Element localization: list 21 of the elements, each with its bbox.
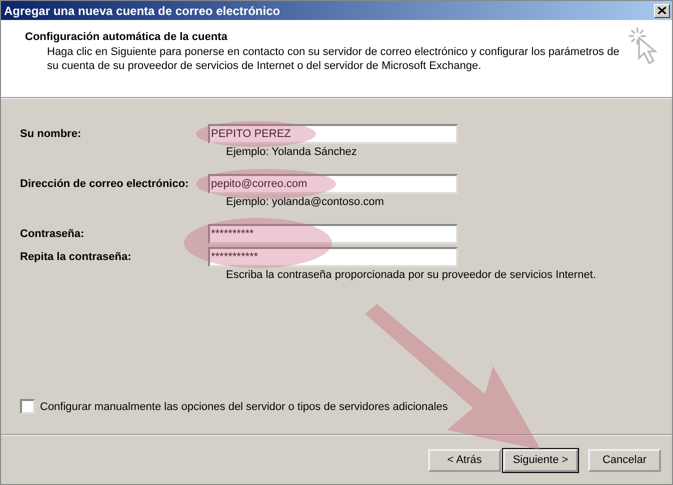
input-field[interactable]: ***********	[208, 247, 458, 267]
close-button[interactable]	[654, 4, 670, 18]
input-field[interactable]: **********	[208, 224, 458, 244]
header-title: Configuración automática de la cuenta	[25, 31, 228, 43]
window-title: Agregar una nueva cuenta de correo electrónico	[4, 4, 282, 18]
dialog-button[interactable]: Cancelar	[588, 448, 661, 472]
input-field[interactable]: pepito@correo.com	[208, 174, 458, 194]
dialog-button[interactable]: Siguiente >	[503, 448, 578, 472]
checkbox-label: Configurar manualmente las opciones del servidor o tipos de servidores adicionales	[40, 400, 448, 412]
field-label: Dirección de correo electrónico:	[20, 177, 190, 192]
hint-text: Ejemplo: yolanda@contoso.com	[225, 196, 385, 208]
hint-text: Escriba la contraseña proporcionada por su proveedor de servicios Internet.	[225, 269, 596, 281]
checkbox[interactable]	[20, 399, 35, 414]
dialog-button[interactable]: < Atrás	[428, 448, 501, 472]
field-label: Contraseña:	[20, 227, 86, 242]
field-label: Su nombre:	[20, 127, 82, 142]
field-label: Repita la contraseña:	[20, 250, 132, 265]
input-field[interactable]: PEPITO PEREZ	[208, 124, 458, 144]
close-icon	[658, 7, 666, 14]
hint-text: Ejemplo: Yolanda Sánchez	[225, 146, 358, 158]
header-description: Haga clic en Siguiente para ponerse en contacto con su servidor de correo electrónico y configurar los parámetros de su cuenta de su proveedor de servicios de Internet o del servidor de Microsoft Exchange.	[46, 45, 620, 73]
